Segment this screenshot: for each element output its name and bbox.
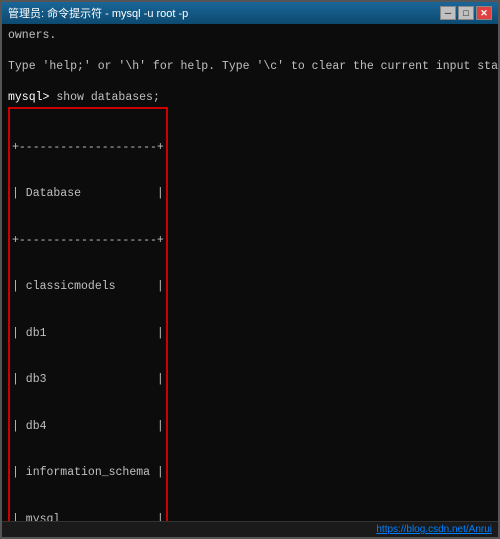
- title-bar-controls: ─ □ ✕: [440, 6, 492, 20]
- close-button[interactable]: ✕: [476, 6, 492, 20]
- line-show1: mysql> show databases;: [8, 90, 492, 106]
- status-url: https://blog.csdn.net/Anrui: [376, 524, 492, 535]
- line-owners: owners.: [8, 28, 492, 44]
- db-row-mysql-1: | mysql |: [12, 512, 164, 521]
- minimize-button[interactable]: ─: [440, 6, 456, 20]
- line-blank1: [8, 44, 492, 60]
- db-list-1-wrapper: +--------------------+ | Database | +---…: [8, 106, 168, 521]
- title-bar-text: 管理员: 命令提示符 - mysql -u root -p: [8, 5, 188, 21]
- line-help: Type 'help;' or '\h' for help. Type '\c'…: [8, 59, 492, 75]
- db-sep-top: +--------------------+: [12, 140, 164, 156]
- status-bar: https://blog.csdn.net/Anrui: [2, 521, 498, 537]
- window: 管理员: 命令提示符 - mysql -u root -p ─ □ ✕ owne…: [0, 0, 500, 539]
- db-header: | Database |: [12, 186, 164, 202]
- db-row-info-1: | information_schema |: [12, 465, 164, 481]
- maximize-button[interactable]: □: [458, 6, 474, 20]
- terminal[interactable]: owners. Type 'help;' or '\h' for help. T…: [2, 24, 498, 521]
- db-row-classicmodels-1: | classicmodels |: [12, 279, 164, 295]
- db-table-1: +--------------------+ | Database | +---…: [12, 109, 164, 521]
- db-sep-mid: +--------------------+: [12, 233, 164, 249]
- line-blank2: [8, 75, 492, 91]
- title-bar: 管理员: 命令提示符 - mysql -u root -p ─ □ ✕: [2, 2, 498, 24]
- db-row-db1: | db1 |: [12, 326, 164, 342]
- db-list-1-redbox: +--------------------+ | Database | +---…: [8, 107, 168, 521]
- db-row-db4-1: | db4 |: [12, 419, 164, 435]
- db-row-db3-1: | db3 |: [12, 372, 164, 388]
- terminal-content: owners. Type 'help;' or '\h' for help. T…: [8, 28, 492, 521]
